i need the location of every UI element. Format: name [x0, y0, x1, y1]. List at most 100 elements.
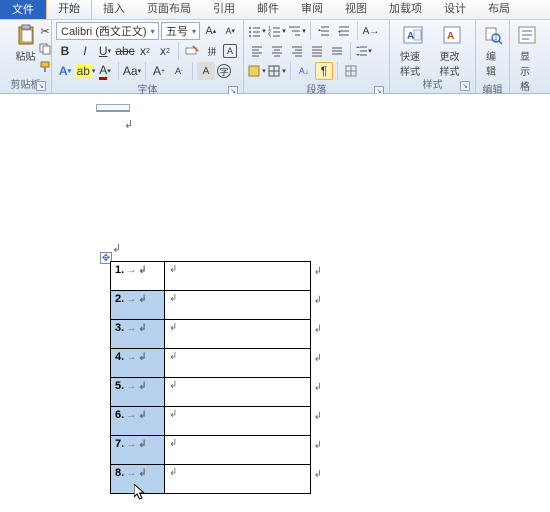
document-table[interactable]: 1. → ↲↲↲2. → ↲↲↲3. → ↲↲↲4. → ↲↲↲5. → ↲↲↲…	[110, 261, 311, 494]
table-cell-number[interactable]: 2. → ↲	[111, 291, 165, 320]
multilevel-list-button[interactable]: ▾	[288, 22, 306, 40]
decrease-indent-button[interactable]	[315, 22, 333, 40]
table-cell-number[interactable]: 5. → ↲	[111, 378, 165, 407]
tab-design[interactable]: 设计	[433, 0, 477, 19]
table-row[interactable]: 1. → ↲↲↲	[111, 262, 311, 291]
tab-addins[interactable]: 加载项	[378, 0, 433, 19]
table-cell-number[interactable]: 8. → ↲	[111, 465, 165, 494]
paste-label: 粘贴	[16, 48, 36, 63]
table-cell-content[interactable]: ↲↲	[165, 436, 311, 465]
table-cell-number[interactable]: 6. → ↲	[111, 407, 165, 436]
styles-expander[interactable]: ↘	[460, 81, 470, 91]
table-cell-content[interactable]: ↲↲	[165, 291, 311, 320]
align-center-button[interactable]	[268, 42, 286, 60]
format-painter-icon[interactable]	[36, 58, 54, 76]
tab-file[interactable]: 文件	[0, 0, 46, 19]
char-shading-button[interactable]: A	[197, 62, 215, 80]
table-row[interactable]: 5. → ↲↲↲	[111, 378, 311, 407]
text-effects-button[interactable]: A▾	[56, 62, 74, 80]
group-editing: 编辑 编辑	[476, 20, 510, 93]
grow-font2-icon[interactable]: A+	[150, 62, 168, 80]
font-color-button[interactable]: A▾	[96, 62, 114, 80]
group-font: Calibri (西文正文)▾ 五号▾ A▴ A▾ B I U▾ abc x2 …	[52, 20, 244, 93]
table-cell-content[interactable]: ↲↲	[165, 465, 311, 494]
align-left-button[interactable]	[248, 42, 266, 60]
document-area[interactable]: ↲ ↲ ✥ 1. → ↲↲↲2. → ↲↲↲3. → ↲↲↲4. → ↲↲↲5.…	[0, 94, 550, 512]
grow-font-icon[interactable]: A▴	[202, 22, 219, 40]
align-justify-button[interactable]	[308, 42, 326, 60]
highlight-button[interactable]: ab▾	[76, 62, 94, 80]
clear-format-icon[interactable]	[183, 42, 201, 60]
shrink-font-icon[interactable]: A▾	[222, 22, 239, 40]
shading-button[interactable]: ▾	[248, 62, 266, 80]
strikethrough-button[interactable]: abc	[116, 42, 134, 60]
tab-mailings[interactable]: 邮件	[246, 0, 290, 19]
show-format-icon	[516, 24, 538, 46]
quick-styles-icon: A	[402, 24, 424, 46]
clipboard-expander[interactable]: ↘	[36, 81, 46, 91]
snap-to-grid-button[interactable]	[342, 62, 360, 80]
tab-home[interactable]: 开始	[46, 0, 92, 19]
italic-button[interactable]: I	[76, 42, 94, 60]
tab-view[interactable]: 视图	[334, 0, 378, 19]
table-cell-content[interactable]: ↲↲	[165, 349, 311, 378]
quick-styles-button[interactable]: A 快速样式	[394, 22, 432, 80]
group-label-clipboard: 剪贴板↘	[4, 75, 47, 93]
newgroup-button[interactable]: 显示格	[514, 22, 540, 95]
svg-text:3: 3	[268, 34, 271, 37]
sort-button[interactable]: A↓	[295, 62, 313, 80]
cut-icon[interactable]: ✂	[36, 22, 54, 40]
table-cell-number[interactable]: 1. → ↲	[111, 262, 165, 291]
ribbon-tabs: 文件 开始 插入 页面布局 引用 邮件 审阅 视图 加载项 设计 布局	[0, 0, 550, 20]
find-icon	[482, 24, 504, 46]
tab-pagelayout[interactable]: 页面布局	[136, 0, 202, 19]
superscript-button[interactable]: x2	[156, 42, 174, 60]
char-border-button[interactable]: A	[223, 44, 237, 58]
table-row[interactable]: 7. → ↲↲↲	[111, 436, 311, 465]
enclose-char-button[interactable]: 字	[217, 64, 231, 78]
font-size-combo[interactable]: 五号▾	[161, 22, 200, 40]
tab-references[interactable]: 引用	[202, 0, 246, 19]
tab-layout[interactable]: 布局	[477, 0, 521, 19]
bullets-button[interactable]: ▾	[248, 22, 266, 40]
copy-icon[interactable]	[36, 40, 54, 58]
table-row[interactable]: 2. → ↲↲↲	[111, 291, 311, 320]
increase-indent-button[interactable]	[335, 22, 353, 40]
group-paragraph: ▾ 123▾ ▾ A→ ▾ ▾ ▾ A↓ ¶ 段落↘	[244, 20, 390, 93]
align-right-button[interactable]	[288, 42, 306, 60]
table-cell-content[interactable]: ↲↲	[165, 320, 311, 349]
table-row[interactable]: 3. → ↲↲↲	[111, 320, 311, 349]
phonetic-button[interactable]: 拼	[203, 42, 221, 60]
document-page[interactable]: ↲ ↲ ✥ 1. → ↲↲↲2. → ↲↲↲3. → ↲↲↲4. → ↲↲↲5.…	[0, 94, 550, 512]
tab-review[interactable]: 审阅	[290, 0, 334, 19]
table-row[interactable]: 6. → ↲↲↲	[111, 407, 311, 436]
table-row[interactable]: 8. → ↲↲↲	[111, 465, 311, 494]
shrink-font2-icon[interactable]: A-	[170, 62, 188, 80]
table-cell-content[interactable]: ↲↲	[165, 378, 311, 407]
change-case-button[interactable]: Aa▾	[123, 62, 141, 80]
table-cell-number[interactable]: 7. → ↲	[111, 436, 165, 465]
subscript-button[interactable]: x2	[136, 42, 154, 60]
table-cell-number[interactable]: 3. → ↲	[111, 320, 165, 349]
ltr-button[interactable]: A→	[362, 22, 380, 40]
editing-button[interactable]: 编辑	[480, 22, 505, 80]
group-clipboard: 粘贴 ✂ 剪贴板↘	[0, 20, 52, 93]
show-marks-button[interactable]: ¶	[315, 62, 333, 80]
tab-insert[interactable]: 插入	[92, 0, 136, 19]
align-distributed-button[interactable]	[328, 42, 346, 60]
paragraph-mark-icon: ↲	[112, 242, 121, 255]
borders-button[interactable]: ▾	[268, 62, 286, 80]
font-name-combo[interactable]: Calibri (西文正文)▾	[56, 22, 159, 40]
table-cell-number[interactable]: 4. → ↲	[111, 349, 165, 378]
svg-text:A: A	[447, 31, 454, 42]
change-styles-button[interactable]: A 更改样式	[434, 22, 472, 80]
bold-button[interactable]: B	[56, 42, 74, 60]
group-label-styles: 样式↘	[394, 75, 471, 93]
underline-button[interactable]: U▾	[96, 42, 114, 60]
table-cell-content[interactable]: ↲↲	[165, 262, 311, 291]
table-cell-content[interactable]: ↲↲	[165, 407, 311, 436]
numbering-button[interactable]: 123▾	[268, 22, 286, 40]
table-row[interactable]: 4. → ↲↲↲	[111, 349, 311, 378]
group-styles: A 快速样式 A 更改样式 样式↘	[390, 20, 476, 93]
line-spacing-button[interactable]: ▾	[355, 42, 373, 60]
